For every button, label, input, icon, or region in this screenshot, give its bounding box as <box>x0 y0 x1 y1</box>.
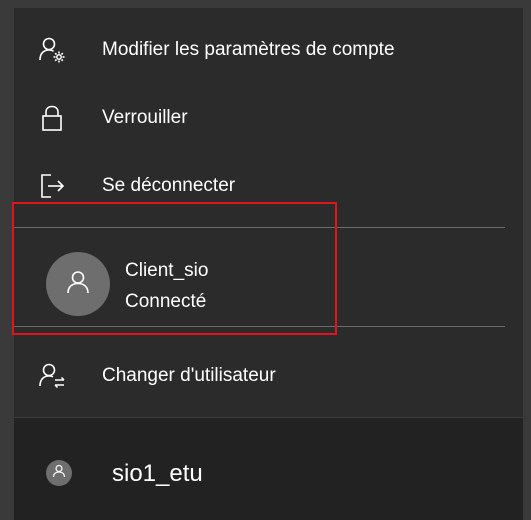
menu-item-label: Se déconnecter <box>102 175 236 196</box>
lock-icon <box>38 104 66 132</box>
switch-user-icon <box>38 362 66 390</box>
menu-item-change-account-settings[interactable]: Modifier les paramètres de compte <box>14 22 523 78</box>
menu-item-label: Verrouiller <box>102 107 188 128</box>
account-menu: Modifier les paramètres de compte Verrou… <box>14 8 523 418</box>
other-user-name: sio1_etu <box>112 460 203 487</box>
menu-item-lock[interactable]: Verrouiller <box>14 90 523 146</box>
user-avatar-icon <box>52 464 66 483</box>
divider <box>14 326 505 327</box>
avatar <box>46 460 72 486</box>
window-frame-left <box>0 0 14 520</box>
start-menu-account-flyout: Modifier les paramètres de compte Verrou… <box>0 0 531 520</box>
account-settings-icon <box>38 36 66 64</box>
menu-item-switch-user[interactable]: Changer d'utilisateur <box>14 348 523 404</box>
avatar <box>46 252 110 316</box>
current-user-name: Client_sio <box>125 260 209 281</box>
other-user-entry[interactable]: sio1_etu <box>14 418 523 520</box>
current-user-status: Connecté <box>125 291 207 312</box>
menu-item-label: Changer d'utilisateur <box>102 365 276 386</box>
user-avatar-icon <box>65 269 91 300</box>
menu-item-sign-out[interactable]: Se déconnecter <box>14 158 523 214</box>
divider <box>14 227 505 228</box>
window-frame-top <box>0 0 531 8</box>
current-user-card[interactable]: Client_sio Connecté <box>14 236 523 332</box>
sign-out-icon <box>38 172 66 200</box>
window-frame-right <box>523 0 531 520</box>
menu-item-label: Modifier les paramètres de compte <box>102 39 395 60</box>
